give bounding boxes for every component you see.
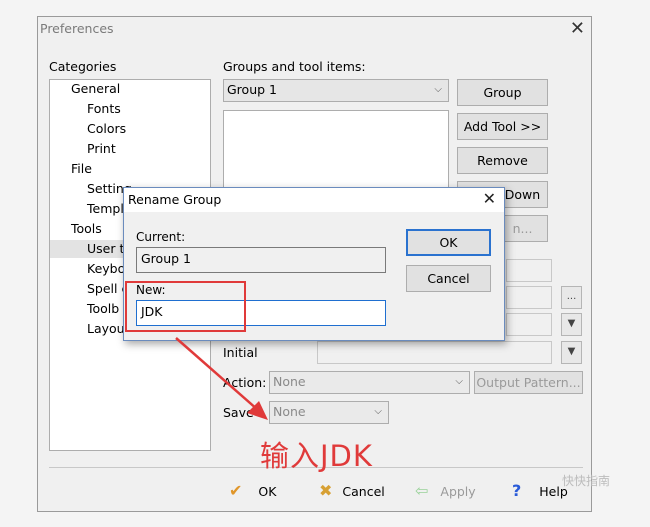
- annotation-text: 输入JDK: [260, 439, 373, 473]
- watermark: 快快指南: [562, 474, 611, 488]
